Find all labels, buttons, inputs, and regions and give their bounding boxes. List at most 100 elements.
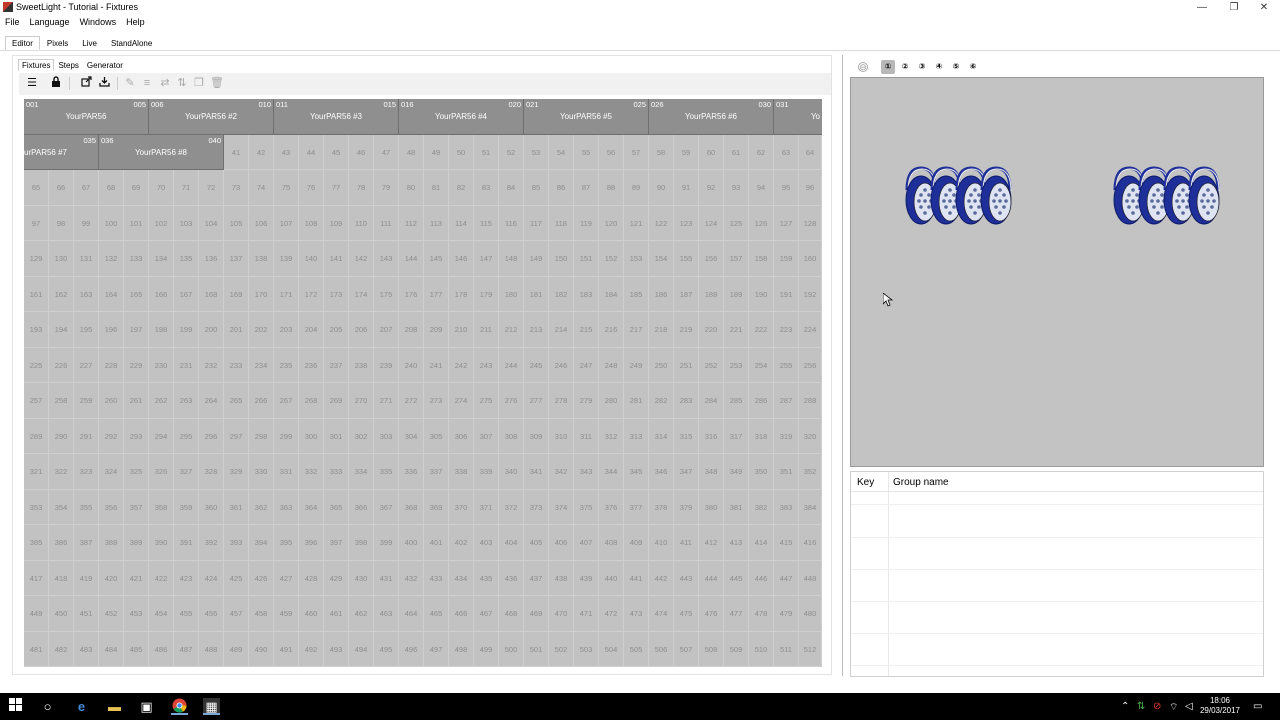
dmx-channel-cell[interactable]: 461 xyxy=(324,596,349,632)
dmx-channel-cell[interactable]: 254 xyxy=(749,347,774,383)
dmx-channel-cell[interactable]: 301 xyxy=(324,418,349,454)
dmx-channel-cell[interactable]: 353 xyxy=(24,489,49,525)
dmx-channel-cell[interactable]: 298 xyxy=(249,418,274,454)
dmx-channel-cell[interactable]: 466 xyxy=(449,596,474,632)
dmx-channel-cell[interactable]: 234 xyxy=(249,347,274,383)
dmx-channel-cell[interactable]: 304 xyxy=(399,418,424,454)
windows-start-icon[interactable] xyxy=(7,698,24,715)
dmx-channel-cell[interactable]: 207 xyxy=(374,312,399,348)
dmx-channel-cell[interactable]: 146 xyxy=(449,241,474,277)
dmx-channel-cell[interactable]: 321 xyxy=(24,454,49,490)
tab-live[interactable]: Live xyxy=(75,36,104,50)
dmx-channel-cell[interactable]: 385 xyxy=(24,525,49,561)
dmx-channel-cell[interactable]: 148 xyxy=(499,241,524,277)
dmx-channel-cell[interactable]: 244 xyxy=(499,347,524,383)
dmx-channel-cell[interactable]: 97 xyxy=(24,205,49,241)
dmx-channel-cell[interactable]: 457 xyxy=(224,596,249,632)
dmx-channel-cell[interactable]: 141 xyxy=(324,241,349,277)
dmx-channel-cell[interactable]: 229 xyxy=(124,347,149,383)
dmx-channel-cell[interactable]: 60 xyxy=(699,134,724,170)
dmx-channel-cell[interactable]: 266 xyxy=(249,383,274,419)
dmx-channel-cell[interactable]: 133 xyxy=(124,241,149,277)
dmx-channel-cell[interactable]: 91 xyxy=(674,170,699,206)
dmx-channel-cell[interactable]: 419 xyxy=(74,560,99,596)
dmx-channel-cell[interactable]: 264 xyxy=(199,383,224,419)
dmx-channel-cell[interactable]: 307 xyxy=(474,418,499,454)
dmx-channel-cell[interactable]: 477 xyxy=(724,596,749,632)
dmx-channel-cell[interactable]: 140 xyxy=(299,241,324,277)
dmx-channel-cell[interactable]: 338 xyxy=(449,454,474,490)
dmx-channel-cell[interactable]: 356 xyxy=(99,489,124,525)
dmx-channel-cell[interactable]: 393 xyxy=(224,525,249,561)
dmx-channel-cell[interactable]: 184 xyxy=(599,276,624,312)
dmx-channel-cell[interactable]: 295 xyxy=(174,418,199,454)
tab-pixels[interactable]: Pixels xyxy=(40,36,75,50)
dmx-channel-cell[interactable]: 84 xyxy=(499,170,524,206)
dmx-channel-cell[interactable]: 462 xyxy=(349,596,374,632)
dmx-channel-cell[interactable]: 498 xyxy=(449,631,474,667)
dmx-channel-cell[interactable]: 363 xyxy=(274,489,299,525)
dmx-channel-cell[interactable]: 239 xyxy=(374,347,399,383)
dmx-channel-cell[interactable]: 467 xyxy=(474,596,499,632)
file-explorer-icon[interactable]: ▬ xyxy=(106,698,123,715)
dmx-channel-cell[interactable]: 355 xyxy=(74,489,99,525)
dmx-channel-cell[interactable]: 404 xyxy=(499,525,524,561)
dmx-channel-cell[interactable]: 113 xyxy=(424,205,449,241)
dmx-channel-cell[interactable]: 349 xyxy=(724,454,749,490)
dmx-channel-cell[interactable]: 142 xyxy=(349,241,374,277)
dmx-channel-cell[interactable]: 434 xyxy=(449,560,474,596)
dmx-channel-cell[interactable]: 480 xyxy=(799,596,822,632)
dmx-channel-cell[interactable]: 108 xyxy=(299,205,324,241)
edge-browser-icon[interactable]: e xyxy=(73,698,90,715)
dmx-channel-cell[interactable]: 362 xyxy=(249,489,274,525)
dmx-channel-cell[interactable]: 471 xyxy=(574,596,599,632)
dmx-channel-cell[interactable]: 128 xyxy=(799,205,822,241)
dmx-channel-cell[interactable]: 429 xyxy=(324,560,349,596)
dmx-channel-cell[interactable]: 444 xyxy=(699,560,724,596)
dmx-channel-cell[interactable]: 421 xyxy=(124,560,149,596)
dmx-channel-cell[interactable]: 136 xyxy=(199,241,224,277)
dmx-channel-cell[interactable]: 267 xyxy=(274,383,299,419)
dmx-channel-cell[interactable]: 170 xyxy=(249,276,274,312)
dmx-channel-cell[interactable]: 386 xyxy=(49,525,74,561)
tab-editor[interactable]: Editor xyxy=(5,36,40,50)
dmx-channel-cell[interactable]: 63 xyxy=(774,134,799,170)
dmx-channel-cell[interactable]: 176 xyxy=(399,276,424,312)
dmx-channel-cell[interactable]: 168 xyxy=(199,276,224,312)
dmx-channel-cell[interactable]: 371 xyxy=(474,489,499,525)
dmx-channel-cell[interactable]: 317 xyxy=(724,418,749,454)
dmx-channel-cell[interactable]: 447 xyxy=(774,560,799,596)
dmx-channel-cell[interactable]: 182 xyxy=(549,276,574,312)
dmx-channel-cell[interactable]: 482 xyxy=(49,631,74,667)
sweetlight-app-icon[interactable]: ▦ xyxy=(203,698,220,715)
dmx-channel-cell[interactable]: 387 xyxy=(74,525,99,561)
dmx-channel-cell[interactable]: 227 xyxy=(74,347,99,383)
dmx-channel-cell[interactable]: 284 xyxy=(699,383,724,419)
dmx-channel-cell[interactable]: 422 xyxy=(149,560,174,596)
dmx-channel-cell[interactable]: 71 xyxy=(174,170,199,206)
dmx-channel-cell[interactable]: 438 xyxy=(549,560,574,596)
dmx-channel-cell[interactable]: 326 xyxy=(149,454,174,490)
view-button-5[interactable]: ⑤ xyxy=(949,60,963,74)
dmx-channel-cell[interactable]: 67 xyxy=(74,170,99,206)
dmx-channel-cell[interactable]: 82 xyxy=(449,170,474,206)
dmx-channel-cell[interactable]: 454 xyxy=(149,596,174,632)
dmx-channel-cell[interactable]: 441 xyxy=(624,560,649,596)
dmx-channel-cell[interactable]: 293 xyxy=(124,418,149,454)
dmx-channel-cell[interactable]: 196 xyxy=(99,312,124,348)
dmx-channel-cell[interactable]: 493 xyxy=(324,631,349,667)
dmx-channel-cell[interactable]: 306 xyxy=(449,418,474,454)
dmx-channel-cell[interactable]: 449 xyxy=(24,596,49,632)
panel-divider[interactable] xyxy=(842,55,843,676)
dmx-channel-cell[interactable]: 179 xyxy=(474,276,499,312)
dmx-channel-cell[interactable]: 226 xyxy=(49,347,74,383)
dmx-channel-cell[interactable]: 474 xyxy=(649,596,674,632)
dmx-channel-cell[interactable]: 511 xyxy=(774,631,799,667)
dmx-channel-cell[interactable]: 469 xyxy=(524,596,549,632)
dmx-channel-cell[interactable]: 138 xyxy=(249,241,274,277)
dmx-channel-cell[interactable]: 42 xyxy=(249,134,274,170)
dmx-channel-cell[interactable]: 190 xyxy=(749,276,774,312)
dmx-channel-cell[interactable]: 296 xyxy=(199,418,224,454)
dmx-channel-cell[interactable]: 174 xyxy=(349,276,374,312)
dmx-channel-cell[interactable]: 131 xyxy=(74,241,99,277)
